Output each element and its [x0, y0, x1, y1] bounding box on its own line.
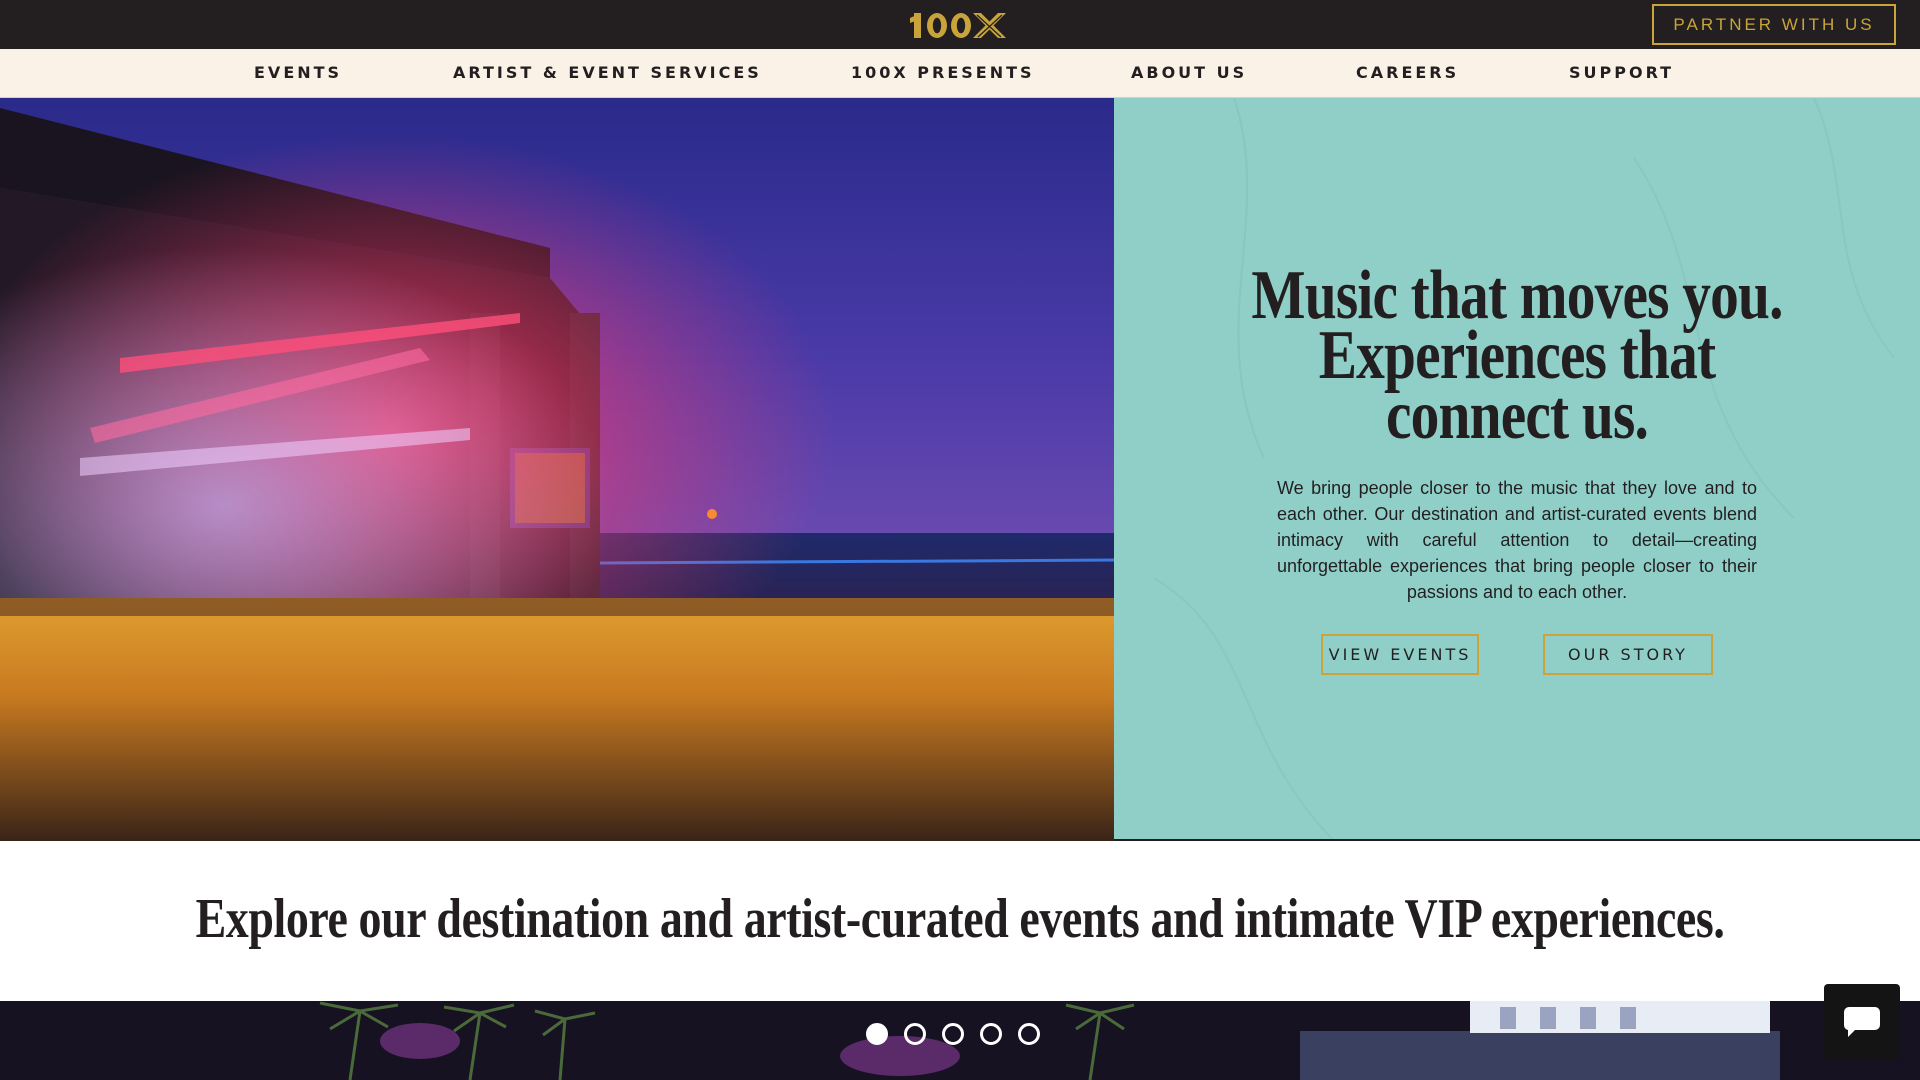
hero-section: Music that moves you. Experiences that c…: [0, 98, 1920, 841]
brand-logo[interactable]: [910, 4, 1010, 44]
hero-headline: Music that moves you. Experiences that c…: [1187, 261, 1848, 454]
nav-item-support[interactable]: SUPPORT: [1569, 49, 1674, 97]
explore-heading: Explore our destination and artist-curat…: [195, 888, 1725, 950]
chat-bubble-icon: [1843, 1007, 1880, 1037]
carousel-pagination: [866, 1023, 1040, 1045]
carousel-dot-3[interactable]: [942, 1023, 964, 1045]
carousel-dot-5[interactable]: [1018, 1023, 1040, 1045]
partner-with-us-button[interactable]: PARTNER WITH US: [1652, 4, 1896, 45]
nav-item-events[interactable]: EVENTS: [254, 49, 342, 97]
concert-photo: [0, 98, 1114, 841]
hero-text-panel: Music that moves you. Experiences that c…: [1114, 98, 1920, 841]
hero-headline-line: connect us.: [1385, 377, 1649, 454]
marble-texture: [1153, 98, 1895, 839]
carousel-dot-2[interactable]: [904, 1023, 926, 1045]
top-bar: PARTNER WITH US: [0, 0, 1920, 49]
our-story-button[interactable]: OUR STORY: [1543, 634, 1713, 675]
nav-item-careers[interactable]: CAREERS: [1356, 49, 1459, 97]
carousel-dot-4[interactable]: [980, 1023, 1002, 1045]
main-nav: EVENTS ARTIST & EVENT SERVICES 100X PRES…: [0, 49, 1920, 98]
nav-item-100x-presents[interactable]: 100X PRESENTS: [851, 49, 1035, 97]
100x-logo-icon: [910, 13, 1006, 38]
carousel-dot-1[interactable]: [866, 1023, 888, 1045]
nav-item-about-us[interactable]: ABOUT US: [1131, 49, 1247, 97]
explore-section: Explore our destination and artist-curat…: [0, 841, 1920, 1001]
view-events-button[interactable]: VIEW EVENTS: [1321, 634, 1479, 675]
chat-widget-button[interactable]: [1824, 984, 1900, 1060]
nav-item-artist-event-services[interactable]: ARTIST & EVENT SERVICES: [453, 49, 762, 97]
hero-description: We bring people closer to the music that…: [1277, 478, 1757, 602]
